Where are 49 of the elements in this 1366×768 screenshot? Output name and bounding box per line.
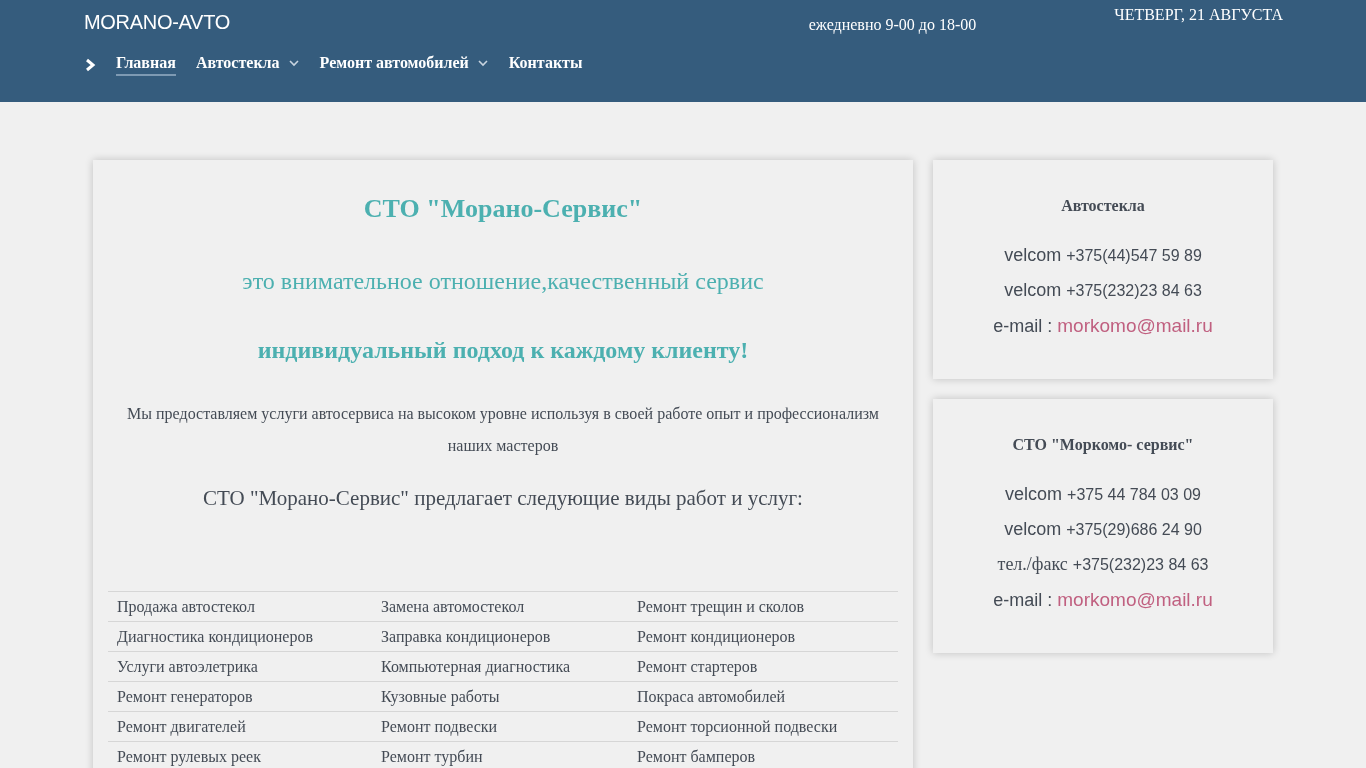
table-cell: Покраса автомобилей [628,681,898,712]
intro-text: Мы предоставляем услуги автосервиса на высоком уровне используя в своей работе опыт и профессионализм наших мастеров [126,404,880,457]
caret-icon [287,59,300,67]
table-cell: Ремонт двигателей [108,711,372,742]
table-cell: Заправка кондиционеров [372,621,628,652]
email-link[interactable]: morkomo@mail.ru [1057,315,1213,337]
phone-number: +375 44 784 03 09 [1067,486,1201,504]
table-cell: Ремонт стартеров [628,651,898,682]
nav-menu-item[interactable]: Контакты [508,54,583,76]
fax-number: +375(232)23 84 63 [1072,556,1209,574]
operator-label: velcom [1004,245,1062,266]
card-title: СТО "Моркомо- сервис" [1012,436,1194,454]
phone-number: +375(44)547 59 89 [1066,247,1202,265]
table-cell: Замена автомостекол [372,591,628,622]
table-cell: Компьютерная диагностика [372,651,628,682]
nav-menu-item[interactable]: Главная [116,54,176,76]
fax-label: тел./факс [997,554,1068,575]
table-cell: Продажа автостекол [108,591,372,622]
operator-label: velcom [1004,280,1062,301]
chevron-right-icon [84,58,96,72]
phone-number: +375(232)23 84 63 [1066,282,1202,300]
nav-menu-item[interactable]: Автостекла [195,54,300,76]
services-heading: СТО "Морано-Сервис" предлагает следующие виды работ и услуг: [203,486,803,511]
subtitle: это внимательное отношение,качественный сервис [242,268,764,295]
table-cell: Ремонт турбин [372,741,628,768]
site-logo[interactable]: MORANO-AVTO [84,11,230,34]
table-cell: Ремонт бамперов [628,741,898,768]
current-date: ЧЕТВЕРГ, 21 АВГУСТА [1114,6,1283,24]
table-cell: Диагностика кондиционеров [108,621,372,652]
operator-label: velcom [1004,519,1062,540]
table-cell: Кузовные работы [372,681,628,712]
nav-menu-item[interactable]: Ремонт автомобилей [319,54,489,76]
working-hours: ежедневно 9-00 до 18-00 [808,16,977,34]
table-cell: Услуги автоэлетрика [108,651,372,682]
table-cell: Ремонт торсионной подвески [628,711,898,742]
phone-number: +375(29)686 24 90 [1066,521,1202,539]
email-label: e-mail : [993,316,1053,337]
operator-label: velcom [1005,484,1063,505]
table-cell: Ремонт рулевых реек [108,741,372,768]
table-cell: Ремонт подвески [372,711,628,742]
caret-icon [476,59,489,67]
table-cell: Ремонт кондиционеров [628,621,898,652]
tagline: индивидуальный подход к каждому клиенту! [257,337,749,364]
table-cell: Ремонт генераторов [108,681,372,712]
email-label: e-mail : [993,590,1053,611]
email-link[interactable]: morkomo@mail.ru [1057,589,1213,611]
table-cell: Ремонт трещин и сколов [628,591,898,622]
card-title: Автостекла [1061,197,1145,215]
page-title: СТО "Морано-Сервис" [363,194,643,224]
